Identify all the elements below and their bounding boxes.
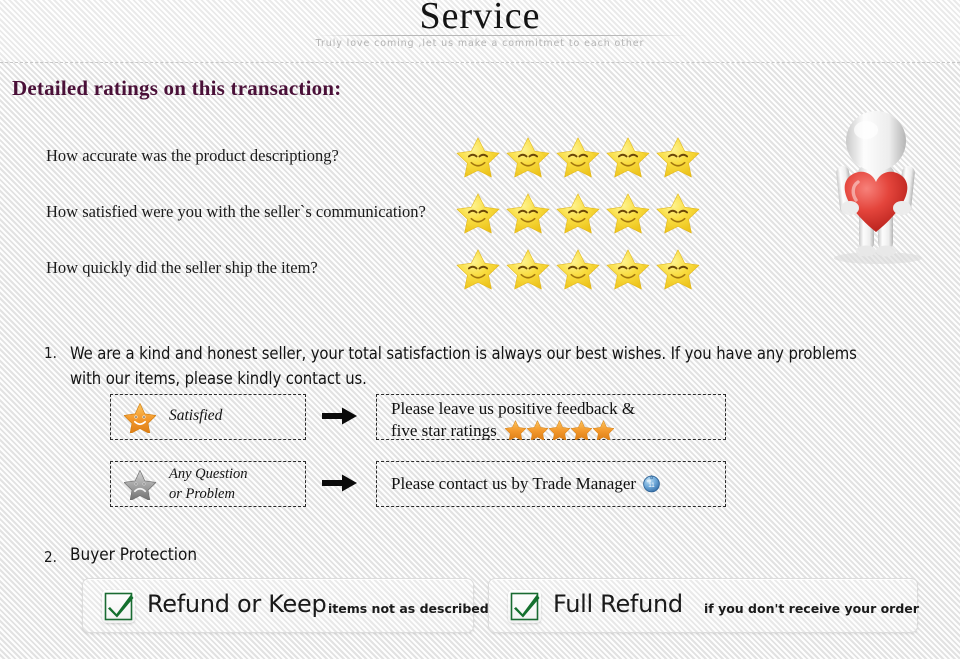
svg-text:11: 11 [648, 482, 655, 489]
3d-figure-holding-heart-icon [812, 100, 940, 265]
flow-left-label: Satisfied [169, 407, 223, 424]
orange-star-icon [571, 419, 592, 440]
contact-line-wrap: Please contact us by Trade Manager 11 [391, 474, 661, 494]
protection-title: Full Refund [553, 590, 683, 618]
smiley-star-icon[interactable] [505, 189, 551, 235]
smiley-star-icon[interactable] [505, 245, 551, 291]
star-rating-strip[interactable] [455, 189, 701, 235]
smiley-star-icon[interactable] [555, 189, 601, 235]
flow-right-box-contact: Please contact us by Trade Manager 11 [376, 461, 726, 507]
rating-question: How quickly did the seller ship the item… [46, 258, 318, 277]
buyer-protection-heading: Buyer Protection [70, 545, 198, 565]
rating-row: How accurate was the product description… [0, 133, 760, 189]
flow-row-question: Any Question or Problem Please contact u… [0, 461, 960, 507]
seller-promise-text: We are a kind and honest seller, your to… [70, 344, 857, 388]
smiley-star-icon[interactable] [655, 133, 701, 179]
smiley-star-icon[interactable] [605, 133, 651, 179]
right-arrow-icon [322, 407, 357, 425]
smiley-star-icon[interactable] [655, 245, 701, 291]
star-rating-strip[interactable] [455, 133, 701, 179]
orange-star-icon [527, 419, 548, 440]
protection-panel-full-refund: Full Refund if you don't receive your or… [488, 578, 919, 633]
header-divider-rule [318, 35, 688, 36]
orange-star-icon [593, 419, 614, 440]
smiley-star-icon[interactable] [455, 189, 501, 235]
flow-left-box-satisfied: Satisfied [110, 394, 306, 440]
contact-line: Please contact us by Trade Manager [391, 474, 637, 493]
rating-row: How quickly did the seller ship the item… [0, 245, 760, 301]
flow-right-box-feedback: Please leave us positive feedback & five… [376, 394, 726, 440]
rating-question: How satisfied were you with the seller`s… [46, 202, 426, 221]
smiley-star-icon[interactable] [455, 245, 501, 291]
protection-subtitle: if you don't receive your order [704, 601, 919, 616]
feedback-line-1: Please leave us positive feedback & [391, 399, 636, 418]
smiley-star-icon[interactable] [505, 133, 551, 179]
list-marker-2: 2. [44, 548, 57, 566]
flow-left-label-line-2: or Problem [169, 486, 235, 502]
orange-star-icon [505, 419, 526, 440]
header-tagline: Truly love coming ,let us make a commitm… [315, 38, 645, 49]
protection-panel-refund-or-keep: Refund or Keep items not as described [82, 578, 489, 633]
star-rating-strip[interactable] [455, 245, 701, 291]
green-check-icon [508, 590, 541, 623]
feedback-line-2: five star ratings [391, 421, 497, 440]
section-heading: Detailed ratings on this transaction: [12, 76, 342, 100]
protection-subtitle: items not as described [328, 601, 489, 616]
smiley-star-icon[interactable] [655, 189, 701, 235]
smiley-star-icon[interactable] [455, 133, 501, 179]
header-dashed-separator [0, 62, 960, 63]
happy-star-icon [124, 401, 156, 433]
sad-star-icon [124, 468, 156, 500]
orange-star-rating [505, 419, 614, 440]
right-arrow-icon [322, 474, 357, 492]
orange-star-icon [549, 419, 570, 440]
smiley-star-icon[interactable] [605, 189, 651, 235]
smiley-star-icon[interactable] [605, 245, 651, 291]
rating-row: How satisfied were you with the seller`s… [0, 189, 760, 245]
rating-question: How accurate was the product description… [46, 146, 339, 165]
feedback-line-2-wrap: five star ratings [391, 419, 614, 441]
flow-left-box-question: Any Question or Problem [110, 461, 306, 507]
flow-row-satisfied: Satisfied Please leave us positive feedb… [0, 394, 960, 440]
green-check-icon [102, 590, 135, 623]
list-marker-1: 1. [44, 344, 57, 362]
page-title: Service [419, 0, 541, 37]
smiley-star-icon[interactable] [555, 133, 601, 179]
smiley-star-icon[interactable] [555, 245, 601, 291]
trade-manager-icon[interactable]: 11 [642, 474, 661, 493]
service-page: Service Truly love coming ,let us make a… [0, 0, 960, 659]
protection-title: Refund or Keep [147, 590, 327, 618]
page-header: Service Truly love coming ,let us make a… [0, 0, 960, 63]
flow-left-label-line-1: Any Question [169, 466, 248, 482]
